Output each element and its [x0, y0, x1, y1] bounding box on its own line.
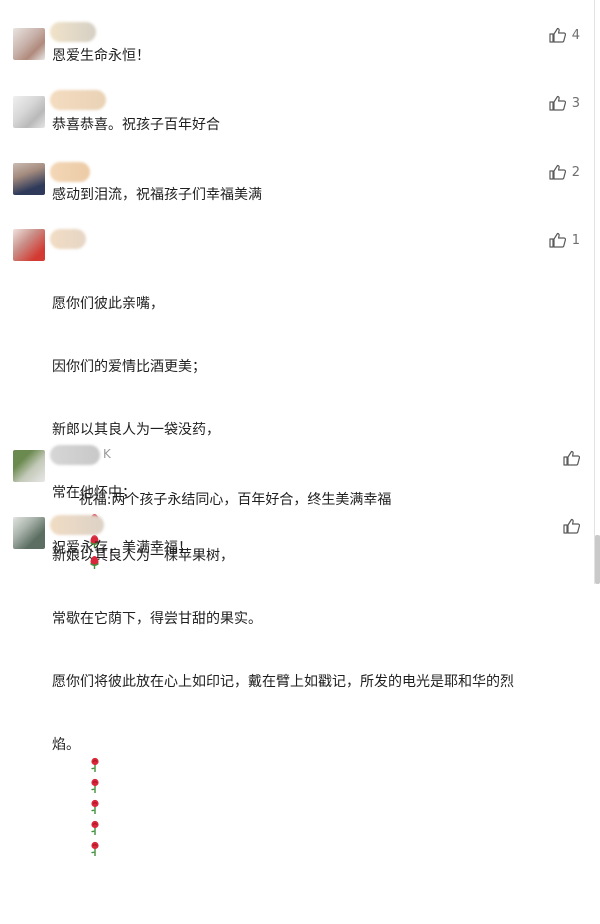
scrollbar[interactable] — [595, 535, 600, 584]
thumbs-up-icon — [549, 27, 566, 43]
avatar[interactable] — [13, 163, 45, 195]
username[interactable] — [50, 22, 96, 42]
comment-text: 恩爱生命永恒！ — [52, 48, 150, 64]
comment-line: 因你们的爱情比酒更美； — [52, 359, 206, 375]
comment-text: 感动到泪流，祝福孩子们幸福美满 — [52, 187, 262, 203]
avatar[interactable] — [13, 450, 45, 482]
thumbs-up-icon — [549, 95, 566, 111]
like-button[interactable]: 2 — [549, 164, 580, 180]
thumbs-up-icon — [563, 450, 580, 466]
comment-text: 祝爱永存，美满幸福！ — [52, 540, 192, 556]
thumbs-up-icon — [563, 518, 580, 534]
username[interactable] — [50, 162, 90, 182]
like-button[interactable]: 1 — [549, 232, 580, 248]
thumbs-up-icon — [549, 164, 566, 180]
comment-text-body: 祝福:两个孩子永结同心，百年好合，终生美满幸福 — [78, 492, 392, 508]
username-suffix: K — [103, 447, 111, 461]
like-button[interactable]: 3 — [549, 95, 580, 111]
comment-line: 新郎以其良人为一袋没药， — [52, 422, 220, 438]
thumbs-up-icon — [549, 232, 566, 248]
comment-line: 焰。 — [52, 735, 577, 882]
avatar[interactable] — [13, 96, 45, 128]
avatar[interactable] — [13, 517, 45, 549]
rose-icon — [90, 799, 99, 814]
like-count: 1 — [571, 232, 580, 248]
rose-icon — [90, 841, 99, 856]
like-count: 4 — [571, 27, 580, 43]
avatar[interactable] — [13, 28, 45, 60]
like-button[interactable] — [563, 518, 580, 534]
like-button[interactable]: 4 — [549, 27, 580, 43]
rose-icon — [90, 820, 99, 835]
like-count: 2 — [571, 164, 580, 180]
like-button[interactable] — [563, 450, 580, 466]
avatar[interactable] — [13, 229, 45, 261]
rose-icon — [90, 778, 99, 793]
comment-line: 愿你们彼此亲嘴， — [52, 296, 164, 312]
username[interactable] — [50, 229, 86, 249]
rose-icon — [90, 757, 99, 772]
username[interactable] — [50, 445, 100, 465]
username[interactable] — [50, 515, 104, 535]
comment-text: 恭喜恭喜。祝孩子百年好合 — [52, 117, 220, 133]
comment-line: 愿你们将彼此放在心上如印记，戴在臂上如戳记，所发的电光是耶和华的烈 — [52, 674, 514, 690]
like-count: 3 — [571, 95, 580, 111]
comments-panel: 恩爱生命永恒！ 4 恭喜恭喜。祝孩子百年好合 3 感动到泪流，祝福孩子们幸福美满… — [0, 0, 595, 856]
username[interactable] — [50, 90, 106, 110]
comment-line-end: 焰。 — [52, 737, 80, 753]
